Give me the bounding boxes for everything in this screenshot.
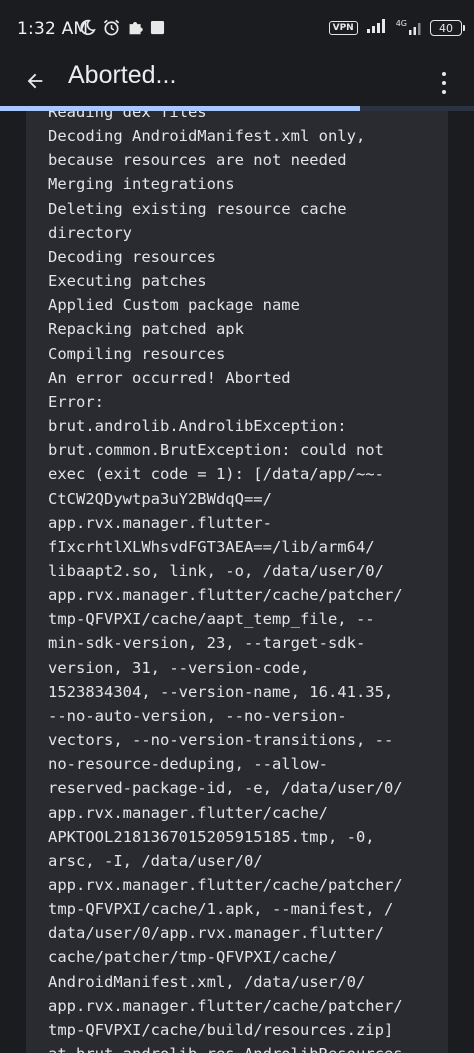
log-line: Merging integrations — [48, 175, 235, 194]
log-line: exec (exit code = 1): [/data/app/~~- — [48, 465, 384, 484]
status-bar: 1:32 AM VPN 4G 40 — [0, 0, 474, 58]
log-line: app.rvx.manager.flutter/cache/patcher/ — [48, 876, 403, 894]
log-line: because resources are not needed — [48, 151, 347, 170]
battery-icon: 40 — [430, 20, 465, 36]
square-icon — [150, 20, 165, 39]
log-line: Compiling resources — [48, 344, 226, 363]
battery-level: 40 — [439, 21, 453, 35]
log-panel[interactable]: Reading dex files Decoding AndroidManifes… — [26, 111, 448, 1053]
log-line: vectors, --no-version-transitions, -- — [48, 731, 394, 750]
puzzle-icon — [127, 19, 144, 40]
log-line: CtCW2QDywtpa3uY2BWdqQ==/ — [48, 489, 272, 508]
log-line: min-sdk-version, 23, --target-sdk- — [48, 634, 366, 653]
page-title: Aborted... — [68, 61, 177, 89]
log-line: version, 31, --version-code, — [48, 658, 310, 677]
signal-bars-icon — [409, 23, 421, 35]
status-time: 1:32 AM — [17, 19, 89, 39]
back-button[interactable] — [18, 64, 52, 98]
log-line: tmp-QFVPXI/cache/build/resources.zip] — [48, 1020, 394, 1039]
dot-icon — [442, 90, 446, 94]
log-line: 1523834304, --version-name, 16.41.35, — [48, 682, 394, 701]
moon-icon — [79, 19, 96, 40]
alarm-icon — [102, 18, 121, 41]
app-bar: Aborted... — [0, 58, 474, 108]
arrow-back-icon — [27, 73, 43, 89]
log-line: app.rvx.manager.flutter/cache/patcher/ — [48, 586, 403, 605]
dot-icon — [442, 81, 446, 85]
log-line: AndroidManifest.xml, /data/user/0/ — [48, 972, 366, 991]
log-line: An error occurred! Aborted — [48, 368, 291, 387]
log-line: at brut.androlib.res.AndrolibResources — [48, 1042, 403, 1053]
log-line: Decoding AndroidManifest.xml only, — [48, 127, 366, 146]
log-line: no-resource-deduping, --allow- — [48, 755, 328, 774]
signal-icon — [366, 18, 388, 38]
network-label: 4G — [395, 18, 407, 28]
log-line: app.rvx.manager.flutter/cache/ — [48, 803, 328, 822]
log-line: tmp-QFVPXI/cache/1.apk, --manifest, / — [48, 900, 394, 919]
log-line: libaapt2.so, link, -o, /data/user/0/ — [48, 561, 384, 580]
vpn-badge: VPN — [328, 21, 358, 35]
log-line: Decoding resources — [48, 247, 216, 266]
dot-icon — [442, 72, 446, 76]
more-options-button[interactable] — [434, 66, 454, 100]
log-line: Executing patches — [48, 272, 207, 291]
status-icons-left — [79, 18, 165, 41]
network-type: 4G — [395, 18, 422, 36]
log-line: Deleting existing resource cache — [48, 199, 347, 218]
log-line: Error: — [48, 392, 104, 411]
log-line: brut.common.BrutException: could not — [48, 441, 384, 460]
log-line: directory — [48, 223, 132, 242]
log-line: Reading dex files — [48, 111, 207, 121]
log-line: arsc, -I, /data/user/0/ — [48, 851, 263, 870]
log-lines: Reading dex files Decoding AndroidManifes… — [48, 111, 403, 1053]
log-line: reserved-package-id, -e, /data/user/0/ — [48, 779, 403, 798]
log-line: app.rvx.manager.flutter- — [48, 513, 272, 532]
log-line: --no-auto-version, --no-version- — [48, 706, 347, 725]
log-line: APKTOOL2181367015205915185.tmp, -0, — [48, 827, 375, 846]
log-line: brut.androlib.AndrolibException: — [48, 417, 347, 436]
log-line: tmp-QFVPXI/cache/aapt_temp_file, -- — [48, 610, 375, 629]
status-icons-right: VPN 4G 40 — [328, 18, 465, 38]
log-line: cache/patcher/tmp-QFVPXI/cache/ — [48, 948, 338, 967]
log-line: data/user/0/app.rvx.manager.flutter/ — [48, 924, 384, 943]
log-line: fIxcrhtlXLWhsvdFGT3AEA==/lib/arm64/ — [48, 537, 375, 556]
log-line: app.rvx.manager.flutter/cache/patcher/ — [48, 996, 403, 1015]
log-line: Applied Custom package name — [48, 296, 300, 315]
log-line: Repacking patched apk — [48, 320, 244, 339]
